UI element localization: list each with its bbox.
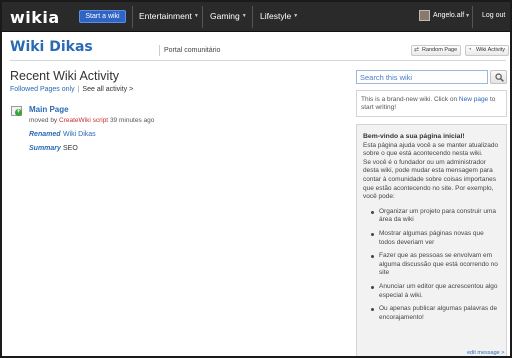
welcome-body: Se você é o fundador ou um administrador… bbox=[363, 158, 496, 201]
chevron-down-icon: ▼ bbox=[241, 13, 247, 19]
activity-time: 39 minutes ago bbox=[109, 117, 155, 124]
renamed-value-link[interactable]: Wiki Dikas bbox=[63, 131, 96, 138]
header-rule bbox=[10, 60, 506, 61]
new-page-icon: + bbox=[11, 106, 22, 116]
page-title: Recent Wiki Activity bbox=[10, 69, 120, 83]
search-button[interactable] bbox=[490, 70, 507, 84]
menu-lifestyle-label: Lifestyle bbox=[260, 11, 292, 21]
menu-gaming-label: Gaming bbox=[210, 11, 240, 21]
new-wiki-notice: This is a brand-new wiki. Click on New p… bbox=[356, 90, 507, 117]
wiki-activity-button[interactable]: ◔ Wiki Activity bbox=[465, 45, 510, 56]
moved-by-text: moved by bbox=[29, 117, 58, 124]
nav-separator bbox=[132, 6, 133, 28]
menu-entertainment[interactable]: Entertainment ▼ bbox=[139, 11, 199, 21]
nav-separator bbox=[202, 6, 203, 28]
global-navigation: wikia Start a wiki Entertainment ▼ Gaming… bbox=[2, 2, 510, 32]
list-item: Fazer que as pessoas se envolvam em algu… bbox=[363, 252, 501, 278]
header-divider bbox=[159, 45, 160, 56]
list-item: Ou apenas publicar algumas palavras de e… bbox=[363, 305, 501, 322]
divider: | bbox=[77, 86, 80, 93]
search-box bbox=[356, 70, 488, 84]
random-page-label: Random Page bbox=[422, 47, 458, 53]
search-input[interactable] bbox=[357, 71, 487, 83]
chevron-down-icon: ▼ bbox=[193, 13, 199, 19]
list-item: Anunciar um editor que acrescentou algo … bbox=[363, 283, 501, 300]
browser-frame: wikia Start a wiki Entertainment ▼ Gaming… bbox=[0, 0, 512, 358]
wiki-activity-label: Wiki Activity bbox=[476, 47, 506, 53]
wikia-logo[interactable]: wikia bbox=[10, 8, 60, 27]
wiki-activity-icon: ◔ bbox=[468, 47, 472, 53]
menu-lifestyle[interactable]: Lifestyle ▼ bbox=[260, 11, 298, 21]
activity-meta: moved by CreateWiki script 39 minutes ag… bbox=[29, 117, 154, 124]
followed-pages-link[interactable]: Followed Pages only bbox=[10, 86, 75, 93]
logout-link[interactable]: Log out bbox=[482, 12, 505, 19]
start-a-wiki-button[interactable]: Start a wiki bbox=[79, 10, 126, 23]
activity-subnav: Followed Pages only | See all activity > bbox=[10, 86, 133, 93]
chevron-down-icon: ▼ bbox=[465, 13, 471, 19]
portal-link[interactable]: Portal comunitário bbox=[164, 47, 220, 54]
see-all-activity-link[interactable]: See all activity > bbox=[82, 86, 133, 93]
search-icon bbox=[495, 73, 504, 82]
wiki-title[interactable]: Wiki Dikas bbox=[10, 39, 93, 55]
random-page-icon: ⇄ bbox=[414, 47, 420, 53]
new-page-link[interactable]: New page bbox=[459, 96, 488, 103]
nav-separator bbox=[252, 6, 253, 28]
summary-value: SEO bbox=[63, 145, 78, 152]
notice-text-pre: This is a brand-new wiki. Click on bbox=[361, 96, 459, 103]
list-item: Organizar um projeto para construir uma … bbox=[363, 208, 501, 225]
menu-entertainment-label: Entertainment bbox=[139, 11, 192, 21]
welcome-list: Organizar um projeto para construir uma … bbox=[363, 208, 501, 323]
list-item: Mostrar algumas páginas novas que todos … bbox=[363, 230, 501, 247]
welcome-intro: Esta página ajuda você a se manter atual… bbox=[363, 141, 499, 158]
random-page-button[interactable]: ⇄ Random Page bbox=[411, 45, 462, 56]
nav-separator bbox=[472, 6, 473, 28]
summary-label: Summary bbox=[29, 145, 61, 152]
welcome-title: Bem-vindo a sua página inicial! bbox=[363, 133, 465, 140]
author-link[interactable]: CreateWiki script bbox=[59, 117, 108, 124]
welcome-module: Bem-vindo a sua página inicial! Esta pág… bbox=[356, 124, 507, 356]
menu-gaming[interactable]: Gaming ▼ bbox=[210, 11, 247, 21]
renamed-label: Renamed bbox=[29, 131, 61, 138]
avatar[interactable] bbox=[419, 10, 430, 21]
chevron-down-icon: ▼ bbox=[293, 13, 299, 19]
edit-message-link[interactable]: edit message > bbox=[467, 350, 504, 356]
user-menu[interactable]: Angelo.alf▼ bbox=[433, 12, 470, 19]
username: Angelo.alf bbox=[433, 12, 465, 19]
activity-page-link[interactable]: Main Page bbox=[29, 105, 69, 114]
